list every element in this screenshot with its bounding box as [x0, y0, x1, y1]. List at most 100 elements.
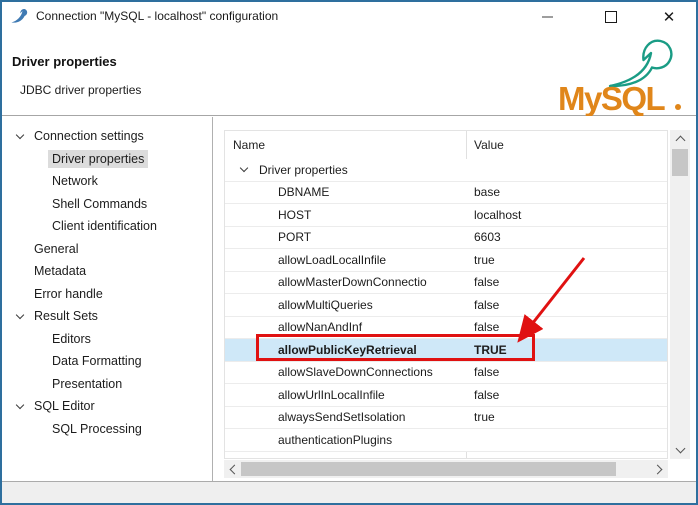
property-row-host[interactable]: HOSTlocalhost — [225, 204, 667, 227]
sidebar-item-result-sets[interactable]: Result Sets — [2, 305, 212, 328]
content-area: Connection settings Driver properties Netw… — [2, 117, 696, 483]
scroll-up-button[interactable] — [670, 130, 690, 148]
property-row-allowslavedownconnections[interactable]: allowSlaveDownConnectionsfalse — [225, 362, 667, 385]
table-rows: Driver properties DBNAMEbaseHOSTlocalhost… — [225, 159, 667, 452]
window-title: Connection "MySQL - localhost" configura… — [36, 9, 278, 23]
property-name-cell: allowPublicKeyRetrieval — [225, 343, 466, 357]
tree-item-label: Shell Commands — [48, 195, 151, 213]
property-row-port[interactable]: PORT6603 — [225, 227, 667, 250]
horizontal-scroll-thumb[interactable] — [241, 462, 616, 476]
property-name-cell: allowNanAndInf — [225, 320, 466, 334]
tree-item-label: Editors — [48, 330, 95, 348]
property-value-cell[interactable]: false — [466, 298, 667, 312]
table-header-row: Name Value — [225, 131, 667, 159]
property-row-allowloadlocalinfile[interactable]: allowLoadLocalInfiletrue — [225, 249, 667, 272]
property-value-cell[interactable]: base — [466, 185, 667, 199]
page-title: Driver properties — [12, 54, 117, 69]
tree-item-label: Connection settings — [30, 127, 148, 145]
properties-table: Name Value Driver properties DBNAMEbaseHO… — [224, 130, 668, 459]
chevron-down-icon — [16, 401, 24, 409]
scroll-left-button[interactable] — [224, 460, 242, 478]
sidebar-item-editors[interactable]: Editors — [2, 328, 212, 351]
property-value-cell[interactable]: TRUE — [466, 343, 667, 357]
property-name-cell: allowMultiQueries — [225, 298, 466, 312]
titlebar: Connection "MySQL - localhost" configura… — [2, 2, 696, 32]
property-name-cell: allowUrlInLocalInfile — [225, 388, 466, 402]
mysql-logo: MySQL — [538, 34, 690, 116]
property-row-allownanandinf[interactable]: allowNanAndInffalse — [225, 317, 667, 340]
vertical-scrollbar[interactable] — [670, 130, 690, 459]
property-name-cell: Driver properties — [225, 163, 466, 177]
tree-expander[interactable] — [10, 405, 30, 408]
tree-item-label: Metadata — [30, 262, 90, 280]
chevron-up-icon — [675, 136, 685, 146]
maximize-icon — [605, 11, 617, 23]
connection-configuration-dialog: Connection "MySQL - localhost" configura… — [0, 0, 698, 505]
sidebar-item-presentation[interactable]: Presentation — [2, 373, 212, 396]
close-button[interactable]: ✕ — [652, 2, 686, 32]
property-row-allowmasterdownconnectio[interactable]: allowMasterDownConnectiofalse — [225, 272, 667, 295]
sidebar-item-client-identification[interactable]: Client identification — [2, 215, 212, 238]
dialog-footer — [2, 481, 696, 503]
sidebar-item-sql-processing[interactable]: SQL Processing — [2, 418, 212, 441]
sidebar-item-metadata[interactable]: Metadata — [2, 260, 212, 283]
property-name-cell: alwaysSendSetIsolation — [225, 410, 466, 424]
scroll-down-button[interactable] — [670, 441, 690, 459]
chevron-down-icon — [16, 131, 24, 139]
sidebar-item-shell-commands[interactable]: Shell Commands — [2, 193, 212, 216]
properties-grid: Name Value Driver properties DBNAMEbaseHO… — [224, 130, 690, 478]
property-row-authenticationplugins[interactable]: authenticationPlugins — [225, 429, 667, 452]
sidebar-item-connection-settings[interactable]: Connection settings — [2, 125, 212, 148]
sidebar-item-data-formatting[interactable]: Data Formatting — [2, 350, 212, 373]
property-value-cell[interactable]: false — [466, 365, 667, 379]
property-row-allowmultiqueries[interactable]: allowMultiQueriesfalse — [225, 294, 667, 317]
tree-item-label: Error handle — [30, 285, 107, 303]
tree-item-label: SQL Processing — [48, 420, 146, 438]
property-value-cell[interactable]: true — [466, 253, 667, 267]
property-row-dbname[interactable]: DBNAMEbase — [225, 182, 667, 205]
settings-tree: Connection settings Driver properties Netw… — [2, 117, 213, 483]
property-value-cell[interactable]: localhost — [466, 208, 667, 222]
property-row-allowpublickeyretrieval[interactable]: allowPublicKeyRetrievalTRUE — [225, 339, 667, 362]
close-icon: ✕ — [663, 10, 676, 25]
tree-item-label: Network — [48, 172, 102, 190]
sidebar-item-general[interactable]: General — [2, 238, 212, 261]
chevron-down-icon — [16, 311, 24, 319]
property-name-cell: allowSlaveDownConnections — [225, 365, 466, 379]
property-value-cell[interactable]: false — [466, 320, 667, 334]
property-value-cell[interactable]: true — [466, 410, 667, 424]
tree-expander[interactable] — [10, 315, 30, 318]
property-name-cell: PORT — [225, 230, 466, 244]
vertical-scroll-thumb[interactable] — [672, 149, 688, 176]
tree-item-label: Driver properties — [48, 150, 148, 168]
property-name-cell: allowLoadLocalInfile — [225, 253, 466, 267]
property-value-cell[interactable]: false — [466, 388, 667, 402]
sidebar-item-network[interactable]: Network — [2, 170, 212, 193]
sidebar-item-driver-properties[interactable]: Driver properties — [2, 148, 212, 171]
tree-item-label: SQL Editor — [30, 397, 99, 415]
chevron-down-icon — [675, 444, 685, 454]
maximize-button[interactable] — [594, 2, 628, 32]
sidebar-item-error-handle[interactable]: Error handle — [2, 283, 212, 306]
mysql-dolphin-icon — [10, 7, 30, 25]
column-header-name[interactable]: Name — [225, 138, 466, 152]
property-value-cell[interactable]: false — [466, 275, 667, 289]
property-row-alwayssendsetisolation[interactable]: alwaysSendSetIsolationtrue — [225, 407, 667, 430]
tree-expander[interactable] — [10, 135, 30, 138]
group-label: Driver properties — [259, 163, 348, 177]
page-subtitle: JDBC driver properties — [20, 83, 141, 97]
tree-item-label: Result Sets — [30, 307, 102, 325]
chevron-down-icon[interactable] — [240, 164, 248, 172]
sidebar-item-sql-editor[interactable]: SQL Editor — [2, 395, 212, 418]
scroll-right-button[interactable] — [650, 460, 668, 478]
property-row-allowurlinlocalinfile[interactable]: allowUrlInLocalInfilefalse — [225, 384, 667, 407]
tree-item-label: Data Formatting — [48, 352, 146, 370]
property-group-row[interactable]: Driver properties — [225, 159, 667, 182]
chevron-right-icon — [653, 464, 663, 474]
mysql-logo-wordmark: MySQL — [558, 80, 666, 116]
horizontal-scrollbar[interactable] — [224, 460, 668, 478]
chevron-left-icon — [230, 464, 240, 474]
property-value-cell[interactable]: 6603 — [466, 230, 667, 244]
minimize-button[interactable] — [530, 2, 564, 32]
column-header-value[interactable]: Value — [466, 138, 504, 152]
